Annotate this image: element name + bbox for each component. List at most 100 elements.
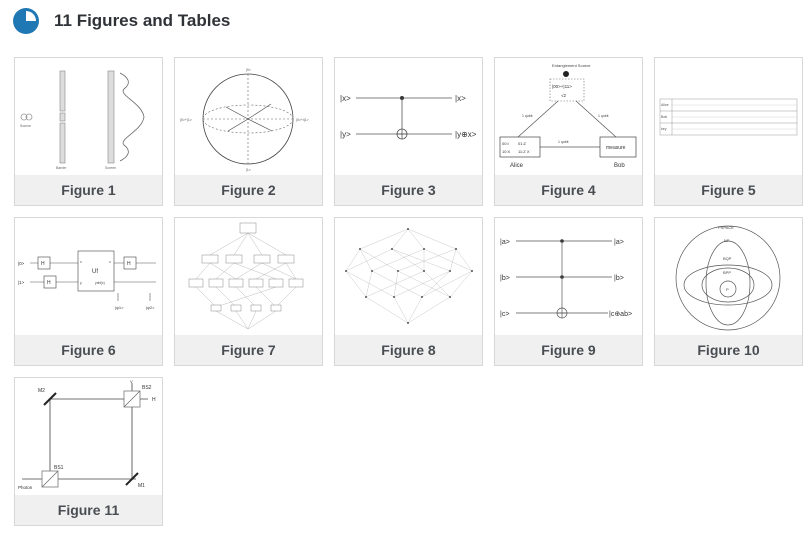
svg-text:|0>: |0> — [246, 68, 251, 72]
svg-text:|y⊕x>: |y⊕x> — [455, 130, 477, 139]
teleportation-diagram: Entanglement Source |00>+|11> √2 1 qubit… — [499, 63, 637, 169]
svg-text:measure: measure — [606, 145, 626, 151]
figure-caption: Figure 8 — [335, 335, 482, 365]
svg-text:H: H — [127, 261, 131, 267]
svg-text:|ψ1>: |ψ1> — [115, 305, 124, 310]
section-header: 11 Figures and Tables — [12, 6, 230, 36]
svg-text:|0>+|1>: |0>+|1> — [180, 118, 192, 122]
svg-text:|0>: |0> — [18, 261, 25, 266]
figure-card-10[interactable]: PSPACE NP BQP BPP P Figure 10 — [654, 217, 803, 366]
svg-text:10:X: 10:X — [502, 149, 511, 154]
svg-text:|x>: |x> — [340, 94, 351, 103]
figure-caption: Figure 3 — [335, 175, 482, 205]
figure-thumbnail: M2 M1 BS1 BS2 H V Photon — [16, 379, 161, 495]
svg-text:Alice: Alice — [510, 163, 524, 169]
figure-card-3[interactable]: |x> |y> |x> |y⊕x> Figure 3 — [334, 57, 483, 206]
svg-text:x: x — [109, 260, 111, 264]
svg-text:H: H — [41, 261, 45, 267]
svg-text:P: P — [726, 287, 729, 292]
svg-text:01:Z: 01:Z — [518, 141, 527, 146]
svg-text:NP: NP — [724, 238, 730, 243]
figure-thumbnail: Alice Bob key — [656, 59, 801, 175]
figure-caption: Figure 2 — [175, 175, 322, 205]
figure-caption: Figure 5 — [655, 175, 802, 205]
figure-card-8[interactable]: Figure 8 — [334, 217, 483, 366]
svg-text:Screen: Screen — [105, 166, 116, 170]
svg-text:|c>: |c> — [500, 311, 509, 318]
svg-text:Bob: Bob — [661, 115, 667, 119]
svg-text:M2: M2 — [38, 388, 45, 394]
svg-text:|b>: |b> — [614, 275, 624, 282]
svg-text:|ψ2>: |ψ2> — [146, 305, 155, 310]
pie-chart-icon — [13, 8, 39, 34]
deutsch-circuit-diagram: |0> |1> H H Uf x x y y⊕f(x) H |ψ1> |ψ2> — [18, 250, 156, 310]
figure-caption: Figure 10 — [655, 335, 802, 365]
svg-text:|b>: |b> — [500, 275, 510, 282]
toffoli-circuit-diagram: |a> |b> |c> |a> |b> |c⊕ab> — [500, 239, 632, 319]
svg-text:Entanglement Source: Entanglement Source — [552, 63, 591, 68]
svg-text:00:I: 00:I — [502, 141, 509, 146]
figure-thumbnail: PSPACE NP BQP BPP P — [656, 219, 801, 335]
figure-thumbnail: |a> |b> |c> |a> |b> |c⊕ab> — [496, 219, 641, 335]
figure-thumbnail: Source Barrier Screen — [16, 59, 161, 175]
bloch-sphere-diagram: |0> |1> |0>+|1> |0>+i|1> — [180, 68, 309, 172]
svg-text:BPP: BPP — [723, 270, 731, 275]
figure-card-9[interactable]: |a> |b> |c> |a> |b> |c⊕ab> Figure 9 — [494, 217, 643, 366]
svg-text:|c⊕ab>: |c⊕ab> — [609, 311, 632, 318]
figure-thumbnail: Entanglement Source |00>+|11> √2 1 qubit… — [496, 59, 641, 175]
svg-text:1 qubit: 1 qubit — [598, 114, 609, 118]
svg-text:|y>: |y> — [340, 130, 351, 139]
svg-text:|a>: |a> — [614, 239, 624, 246]
svg-text:Barrier: Barrier — [56, 166, 67, 170]
lattice-diagram — [188, 222, 304, 330]
svg-text:|0>+i|1>: |0>+i|1> — [296, 118, 309, 122]
svg-text:|00>+|11>: |00>+|11> — [552, 84, 572, 89]
svg-text:BS2: BS2 — [142, 385, 152, 391]
figure-card-5[interactable]: Alice Bob key Figure 5 — [654, 57, 803, 206]
svg-text:Alice: Alice — [661, 103, 669, 107]
figure-card-4[interactable]: Entanglement Source |00>+|11> √2 1 qubit… — [494, 57, 643, 206]
svg-text:BQP: BQP — [723, 256, 732, 261]
svg-text:key: key — [661, 127, 667, 131]
svg-text:Bob: Bob — [614, 163, 625, 169]
figure-caption: Figure 1 — [15, 175, 162, 205]
svg-text:Photon: Photon — [18, 485, 33, 490]
svg-text:BS1: BS1 — [54, 465, 64, 471]
figures-grid: Source Barrier Screen Figure 1 |0> |1> |… — [14, 57, 803, 526]
svg-text:H: H — [152, 397, 156, 403]
section-title: 11 Figures and Tables — [54, 11, 231, 30]
figure-card-7[interactable]: Figure 7 — [174, 217, 323, 366]
figure-card-2[interactable]: |0> |1> |0>+|1> |0>+i|1> Figure 2 — [174, 57, 323, 206]
svg-text:M1: M1 — [138, 483, 145, 489]
svg-text:PSPACE: PSPACE — [718, 225, 734, 230]
figure-card-11[interactable]: M2 M1 BS1 BS2 H V Photon Figure 11 — [14, 377, 163, 526]
svg-text:x: x — [80, 260, 82, 264]
figure-card-1[interactable]: Source Barrier Screen Figure 1 — [14, 57, 163, 206]
svg-text:Source: Source — [20, 124, 31, 128]
svg-text:y⊕f(x): y⊕f(x) — [95, 281, 105, 285]
cnot-circuit-diagram: |x> |y> |x> |y⊕x> — [340, 94, 477, 140]
figure-caption: Figure 6 — [15, 335, 162, 365]
svg-text:1 qubit: 1 qubit — [522, 114, 533, 118]
mach-zehnder-diagram: M2 M1 BS1 BS2 H V Photon — [18, 379, 156, 490]
svg-text:H: H — [47, 280, 51, 286]
figure-caption: Figure 4 — [495, 175, 642, 205]
figure-card-6[interactable]: |0> |1> H H Uf x x y y⊕f(x) H |ψ1> |ψ2> — [14, 217, 163, 366]
figure-thumbnail — [176, 219, 321, 335]
svg-text:√2: √2 — [561, 93, 566, 98]
svg-text:Uf: Uf — [92, 269, 98, 275]
complexity-classes-diagram: PSPACE NP BQP BPP P — [675, 225, 781, 331]
figure-thumbnail: |0> |1> |0>+|1> |0>+i|1> — [176, 59, 321, 175]
figure-caption: Figure 9 — [495, 335, 642, 365]
figure-thumbnail: |0> |1> H H Uf x x y y⊕f(x) H |ψ1> |ψ2> — [16, 219, 161, 335]
figure-thumbnail: |x> |y> |x> |y⊕x> — [336, 59, 481, 175]
svg-text:1 qubit: 1 qubit — [558, 140, 569, 144]
svg-text:|x>: |x> — [455, 94, 466, 103]
figure-caption: Figure 11 — [15, 495, 162, 525]
key-table-diagram: Alice Bob key — [659, 98, 798, 136]
svg-text:|1>: |1> — [246, 168, 251, 172]
svg-text:11:Z X: 11:Z X — [518, 149, 530, 154]
figure-thumbnail — [336, 219, 481, 335]
figure-caption: Figure 7 — [175, 335, 322, 365]
svg-text:y: y — [80, 281, 82, 285]
